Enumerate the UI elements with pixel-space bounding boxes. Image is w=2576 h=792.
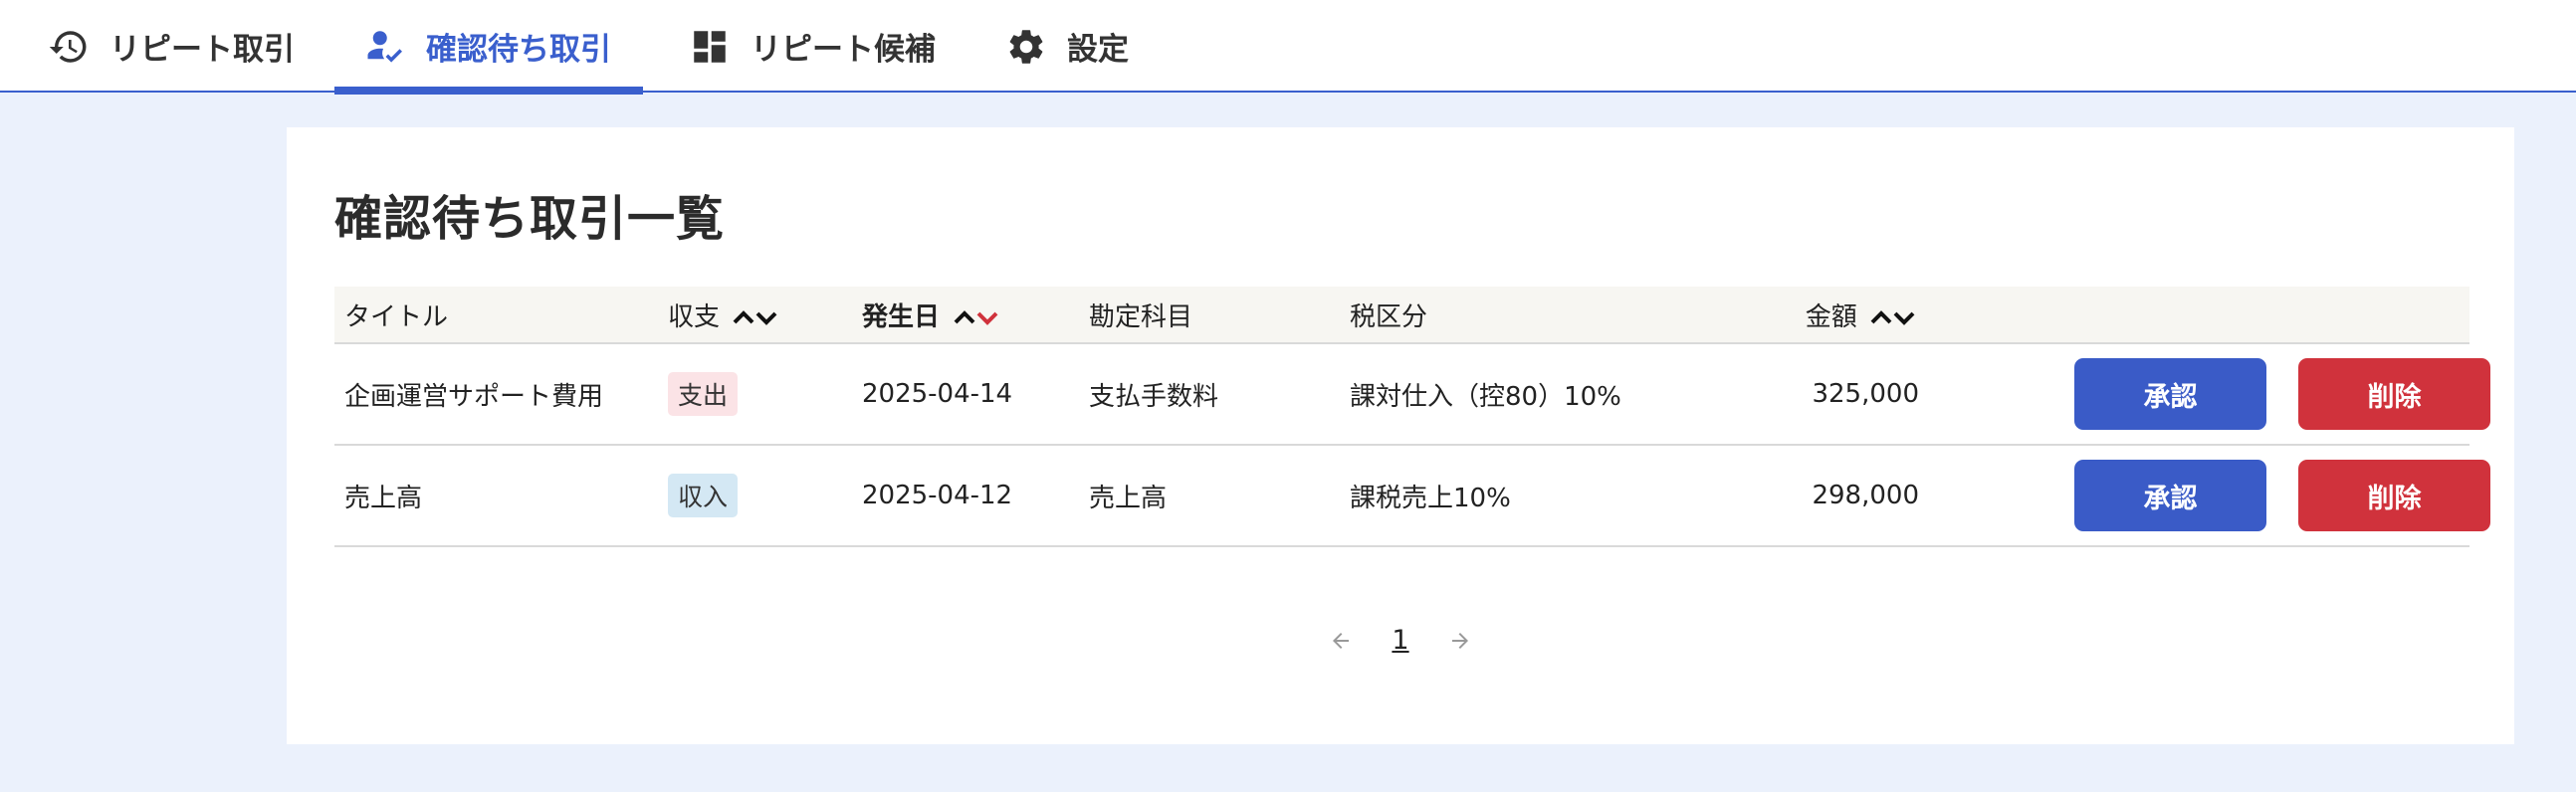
tab-label: リピート候補 [751, 32, 936, 68]
cell-tax: 課対仕入（控80）10% [1340, 343, 1688, 446]
cell-amount: 325,000 [1688, 343, 1947, 446]
cell-title: 企画運営サポート費用 [334, 343, 658, 446]
table-header-row: タイトル 収支 発生日 勘定科目 税区分 金額 [334, 287, 2469, 344]
tab-settings[interactable]: 設定 [1005, 0, 1129, 93]
column-header-tax: 税区分 [1340, 287, 1688, 344]
column-header-type[interactable]: 収支 [658, 287, 852, 344]
approve-button[interactable]: 承認 [2074, 358, 2266, 430]
column-header-actions [1947, 287, 2469, 344]
cell-actions: 承認 削除 [1947, 343, 2490, 446]
sort-toggle[interactable] [732, 305, 781, 329]
income-badge: 収入 [668, 474, 739, 517]
table-row: 売上高 収入 2025-04-12 売上高 課税売上10% 298,000 承認… [334, 445, 2490, 547]
next-page-arrow-icon[interactable] [1445, 626, 1475, 656]
tab-label: 確認待ち取引 [426, 32, 611, 68]
tab-label: 設定 [1067, 32, 1129, 68]
tab-repeat-candidates[interactable]: リピート候補 [689, 0, 936, 93]
history-icon [48, 26, 90, 68]
transactions-table: タイトル 収支 発生日 勘定科目 税区分 金額 企画運営サポート費用 支出 20… [334, 287, 2490, 547]
tab-pending-transactions[interactable]: 確認待ち取引 [334, 0, 643, 95]
prev-page-arrow-icon[interactable] [1326, 626, 1356, 656]
dashboard-icon [689, 26, 731, 68]
cell-account: 支払手数料 [1079, 343, 1340, 446]
approve-button[interactable]: 承認 [2074, 460, 2266, 531]
sort-icon [1870, 310, 1915, 325]
cell-date: 2025-04-12 [852, 445, 1079, 547]
tab-repeat-transactions[interactable]: リピート取引 [48, 0, 295, 93]
sort-toggle[interactable] [1869, 305, 1919, 329]
cell-amount: 298,000 [1688, 445, 1947, 547]
top-nav: リピート取引 確認待ち取引 リピート候補 設定 [0, 0, 2576, 95]
cell-title: 売上高 [334, 445, 658, 547]
cell-type: 収入 [658, 445, 852, 547]
column-header-date[interactable]: 発生日 [852, 287, 1079, 344]
cell-type: 支出 [658, 343, 852, 446]
sort-toggle[interactable] [953, 305, 1002, 329]
sort-icon [733, 310, 777, 325]
pagination: 1 [287, 625, 2514, 656]
sort-desc-icon [954, 310, 998, 325]
column-header-amount[interactable]: 金額 [1688, 287, 1947, 344]
delete-button[interactable]: 削除 [2298, 358, 2490, 430]
column-header-title: タイトル [334, 287, 658, 344]
cell-date: 2025-04-14 [852, 343, 1079, 446]
page-number[interactable]: 1 [1384, 625, 1416, 656]
expense-badge: 支出 [668, 372, 739, 416]
user-check-icon [364, 26, 406, 68]
table-row: 企画運営サポート費用 支出 2025-04-14 支払手数料 課対仕入（控80）… [334, 343, 2490, 446]
tab-label: リピート取引 [109, 32, 295, 68]
column-header-account: 勘定科目 [1079, 287, 1340, 344]
gear-icon [1005, 26, 1047, 68]
pending-transactions-card: 確認待ち取引一覧 タイトル 収支 発生日 勘定科目 税区分 金額 企画運営サポー… [287, 127, 2514, 744]
delete-button[interactable]: 削除 [2298, 460, 2490, 531]
cell-actions: 承認 削除 [1947, 445, 2490, 547]
cell-account: 売上高 [1079, 445, 1340, 547]
page-title: 確認待ち取引一覧 [334, 191, 726, 247]
cell-tax: 課税売上10% [1340, 445, 1688, 547]
